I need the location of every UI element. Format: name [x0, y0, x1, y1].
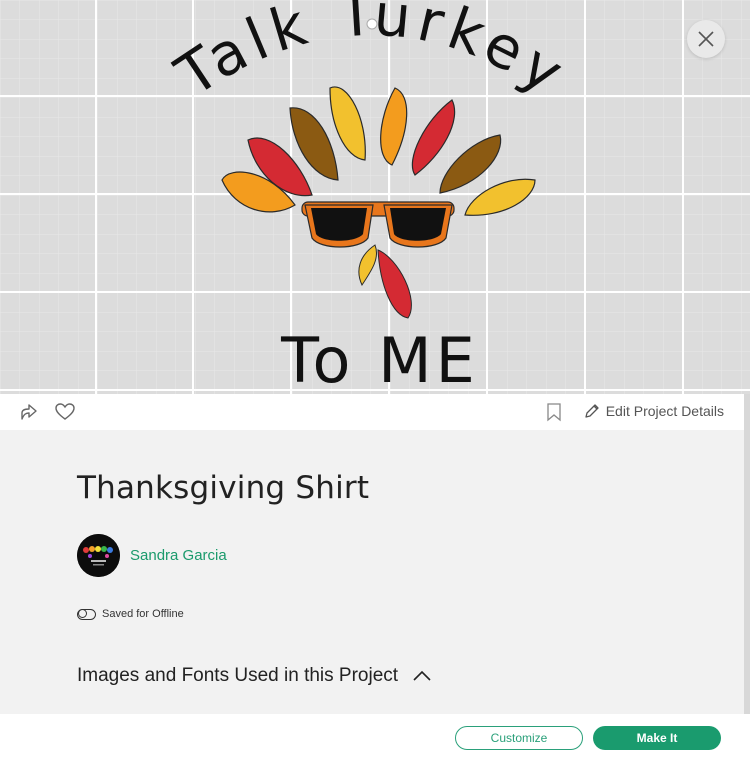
- close-button[interactable]: [687, 20, 725, 58]
- share-arrow-icon[interactable]: [19, 402, 39, 422]
- make-it-button[interactable]: Make It: [593, 726, 721, 750]
- avatar[interactable]: [77, 534, 120, 577]
- avatar-image: [77, 534, 120, 577]
- pencil-icon: [585, 404, 599, 418]
- artwork-title-text: Talk Turkey: [163, 0, 580, 110]
- bookmark-icon[interactable]: [544, 402, 564, 422]
- design-canvas: Talk Turkey To ME: [0, 0, 750, 394]
- edit-project-details-label: Edit Project Details: [605, 403, 724, 419]
- offline-toggle[interactable]: [77, 608, 96, 620]
- footer-bar: Customize Make It: [0, 714, 750, 760]
- heart-icon[interactable]: [55, 402, 75, 422]
- project-title: Thanksgiving Shirt: [77, 470, 370, 506]
- close-icon: [698, 31, 714, 47]
- images-fonts-section-header[interactable]: Images and Fonts Used in this Project: [77, 665, 432, 687]
- project-toolbar: Edit Project Details: [0, 394, 744, 430]
- artwork-subtitle-text: To ME: [280, 324, 479, 394]
- edit-project-details-link[interactable]: Edit Project Details: [584, 403, 724, 419]
- offline-row: Saved for Offline: [77, 608, 184, 620]
- author-row: Sandra Garcia: [77, 534, 227, 577]
- author-name-link[interactable]: Sandra Garcia: [130, 547, 227, 564]
- offline-label: Saved for Offline: [102, 608, 184, 620]
- turkey-artwork: Talk Turkey To ME: [163, 0, 580, 394]
- sunglasses-graphic: [301, 201, 455, 248]
- scrollbar[interactable]: [744, 394, 750, 714]
- customize-button[interactable]: Customize: [455, 726, 583, 750]
- chevron-up-icon: [413, 670, 431, 681]
- section-label: Images and Fonts Used in this Project: [77, 665, 399, 686]
